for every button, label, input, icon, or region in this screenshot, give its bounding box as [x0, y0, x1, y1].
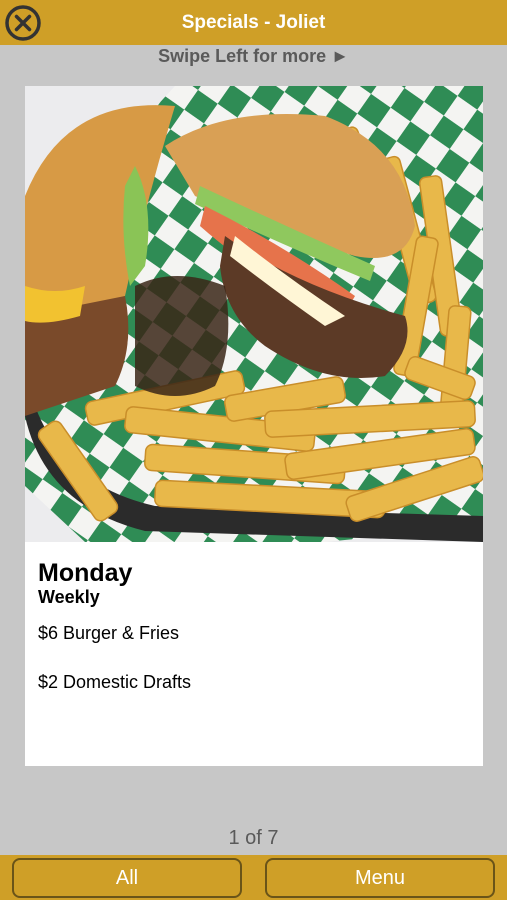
special-frequency: Weekly [38, 587, 100, 607]
special-item: $2 Domestic Drafts [38, 672, 192, 692]
menu-button[interactable]: Menu [265, 858, 495, 898]
page-title: Specials - Joliet [181, 12, 326, 33]
special-photo [25, 86, 483, 542]
header-bar: Specials - Joliet [0, 0, 507, 45]
page-indicator: 1 of 7 [228, 827, 279, 849]
footer-bar: All Menu [0, 855, 507, 900]
all-button[interactable]: All [12, 858, 242, 898]
swipe-hint: Swipe Left for more ► [158, 46, 349, 66]
special-card[interactable]: Monday Weekly $6 Burger & Fries $2 Domes… [25, 86, 483, 766]
special-day-title: Monday [38, 559, 133, 587]
special-item: $6 Burger & Fries [38, 623, 180, 643]
